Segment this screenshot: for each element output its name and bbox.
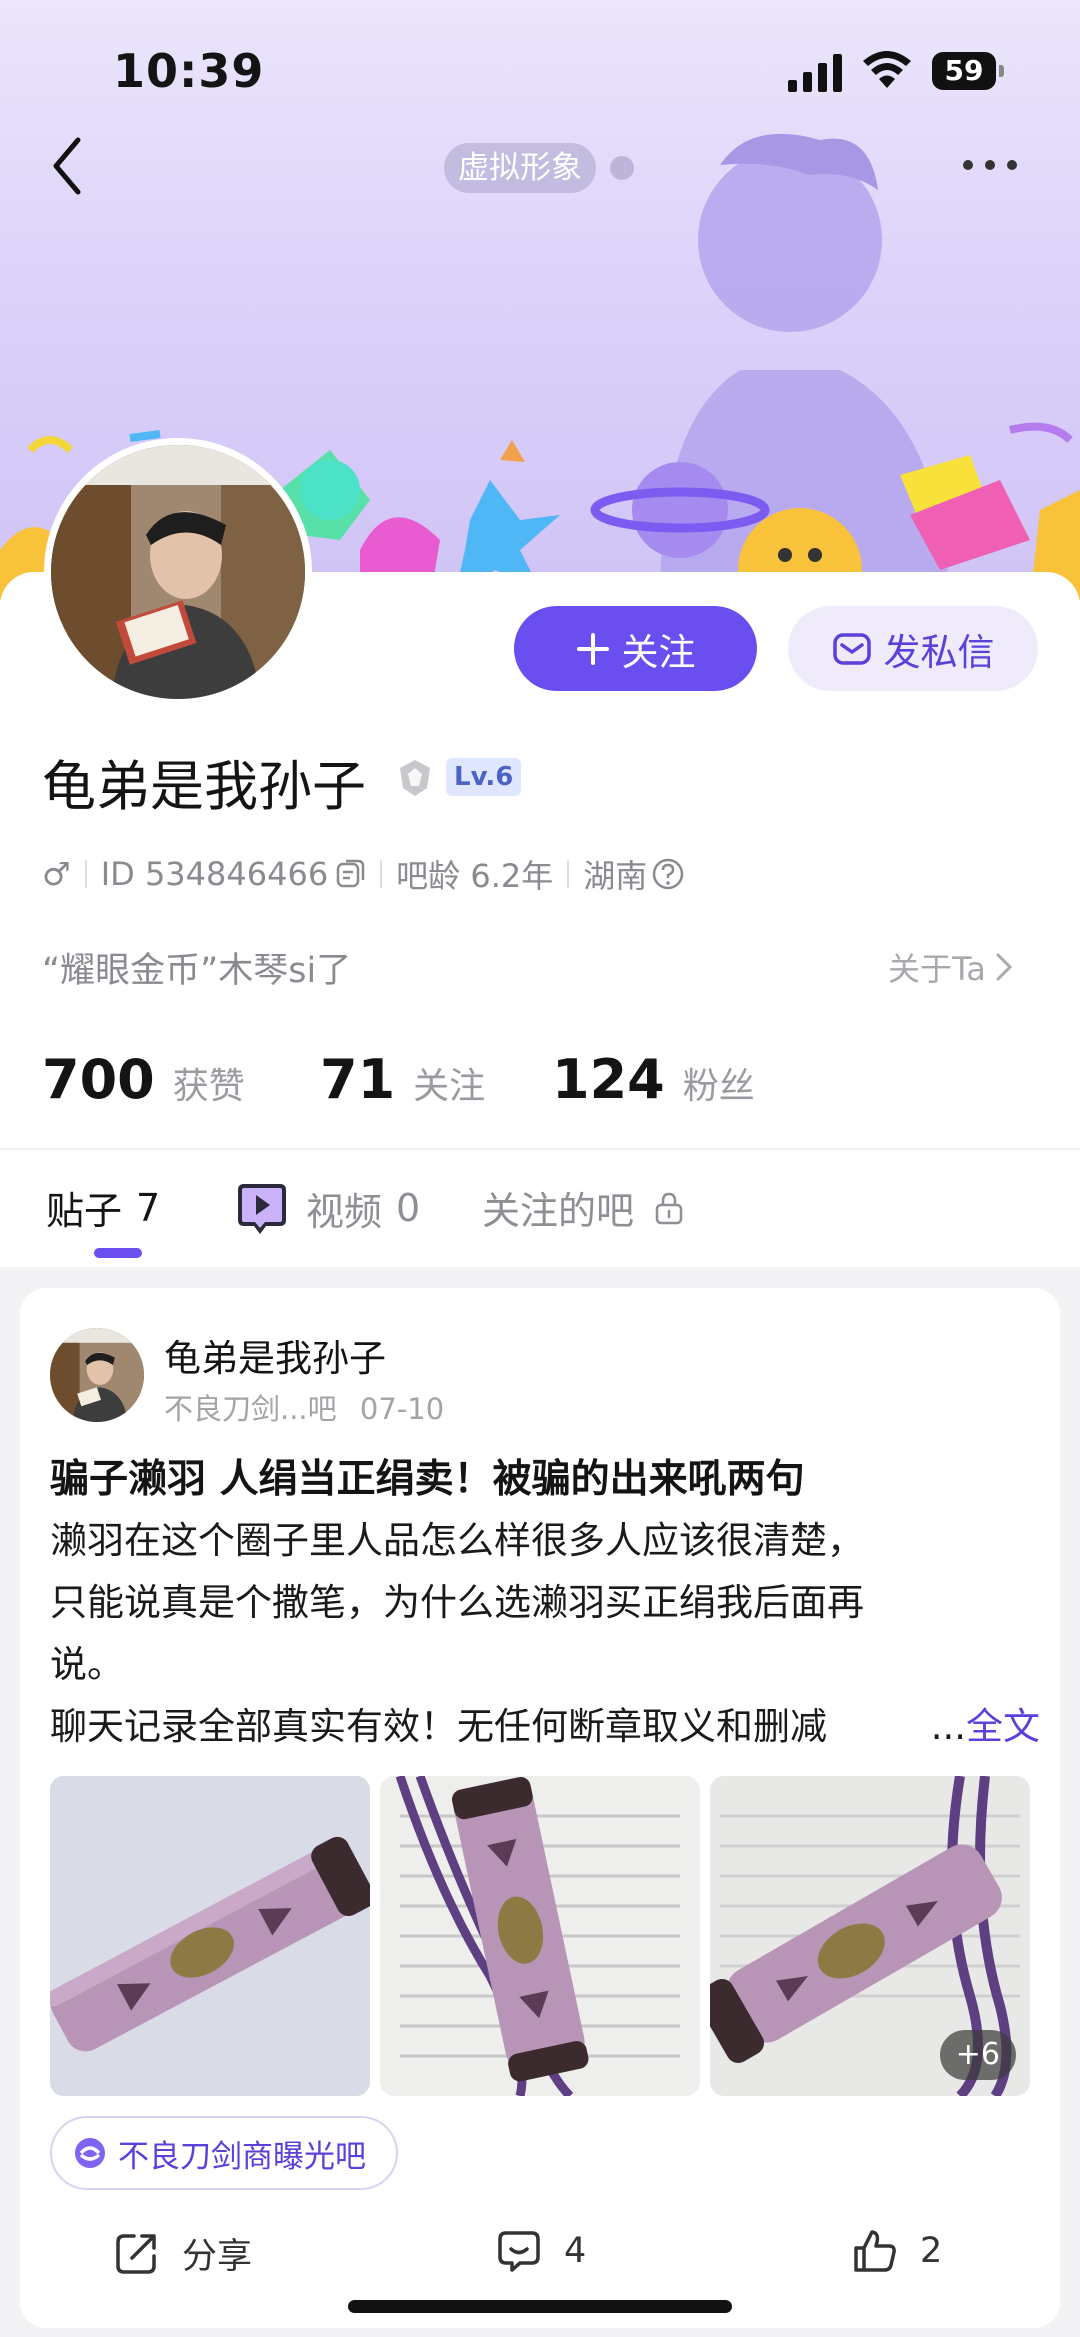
fans-label: 粉丝 (682, 1066, 755, 1107)
about-link[interactable]: 关于Ta (888, 944, 1014, 990)
post-image[interactable]: +6 (710, 1776, 1030, 2096)
profile-avatar[interactable] (44, 438, 312, 706)
share-icon (116, 2233, 156, 2274)
location: 湖南 (583, 857, 648, 895)
user-id: ID 534846466 (100, 855, 329, 893)
following-label: 关注 (413, 1066, 486, 1107)
post-forum: 不良刀剑...吧 (164, 1392, 337, 1426)
comment-button[interactable]: 4 (496, 2228, 586, 2274)
fans-count: 124 (552, 1048, 665, 1111)
post-author-avatar[interactable] (50, 1328, 144, 1422)
fans-stat[interactable]: 124 粉丝 (552, 1048, 755, 1111)
help-icon[interactable] (651, 857, 685, 891)
forum-tag[interactable]: 不良刀剑商曝光吧 (50, 2116, 398, 2190)
post-image[interactable] (50, 1776, 370, 2096)
tab-videos[interactable]: 视频 0 (236, 1180, 420, 1236)
profile-tabs: 贴子 7 视频 0 关注的吧 (0, 1160, 1080, 1267)
post-meta: 不良刀剑...吧 07-10 (164, 1386, 444, 1428)
likes-count: 700 (42, 1048, 155, 1111)
post-body: 濑羽在这个圈子里人品怎么样很多人应该很清楚， 只能说真是个撒笔，为什么选濑羽买正… (50, 1510, 1040, 1696)
tab-posts-label: 贴子 (46, 1189, 123, 1233)
virtual-avatar-button[interactable]: 虚拟形象 (444, 143, 596, 193)
home-indicator[interactable] (348, 2300, 732, 2313)
tab-followed-forums[interactable]: 关注的吧 (482, 1180, 684, 1235)
more-images-count[interactable]: +6 (939, 2030, 1016, 2080)
author-avatar-photo (50, 1328, 144, 1422)
share-button[interactable]: 分享 (112, 2228, 252, 2279)
ellipsis: ... (930, 1705, 966, 1748)
tab-videos-label: 视频 (306, 1189, 383, 1234)
share-label: 分享 (182, 2237, 253, 2277)
thumbs-up-icon (854, 2230, 896, 2272)
tab-followed-forums-label: 关注的吧 (482, 1189, 635, 1233)
post-author-name[interactable]: 龟弟是我孙子 (164, 1328, 386, 1382)
cellular-signal-icon (788, 54, 842, 92)
like-button[interactable]: 2 (852, 2228, 942, 2274)
mail-icon (832, 632, 871, 665)
avatar-photo (51, 445, 305, 699)
plus-icon (576, 632, 609, 665)
profile-signature: “耀眼金币”木琴si了 (42, 951, 352, 991)
tab-posts-count: 7 (136, 1185, 161, 1230)
post-line: 只能说真是个撒笔，为什么选濑羽买正绢我后面再 (50, 1581, 864, 1624)
post-line: 说。 (50, 1643, 124, 1686)
following-stat[interactable]: 71 关注 (320, 1048, 485, 1111)
level-badge: Lv.6 (446, 758, 522, 796)
send-message-label: 发私信 (883, 630, 995, 674)
tab-videos-count: 0 (396, 1186, 421, 1230)
back-arrow-icon[interactable] (48, 134, 88, 198)
tab-posts[interactable]: 贴子 7 (46, 1180, 160, 1235)
post-truncated-line: 聊天记录全部真实有效！无任何断章取义和删减 ...全文 (50, 1696, 1040, 1758)
shield-badge-icon (400, 760, 430, 796)
comment-icon (498, 2231, 540, 2272)
follow-button[interactable]: 关注 (514, 606, 757, 691)
status-bar: 10:39 59 (0, 0, 1080, 140)
follow-label: 关注 (621, 630, 696, 674)
post-line: 濑羽在这个圈子里人品怎么样很多人应该很清楚， (50, 1519, 864, 1562)
post-images: +6 (50, 1776, 1030, 2096)
post-actions: 分享 4 2 (20, 2228, 1060, 2298)
wifi-icon (863, 51, 911, 88)
chevron-right-icon (996, 953, 1012, 981)
forum-age: 吧龄 6.2年 (396, 857, 554, 895)
more-options-icon[interactable] (960, 150, 1020, 180)
divider (0, 1148, 1080, 1150)
gender-icon: ♂ (42, 855, 71, 893)
profile-username: 龟弟是我孙子 (42, 755, 366, 818)
following-count: 71 (320, 1048, 396, 1111)
send-message-button[interactable]: 发私信 (788, 606, 1038, 691)
active-tab-indicator (94, 1248, 142, 1258)
like-count: 2 (920, 2231, 943, 2271)
comment-count: 4 (564, 2231, 587, 2271)
copy-icon[interactable] (334, 858, 366, 890)
likes-stat[interactable]: 700 获赞 (42, 1048, 245, 1111)
video-icon (238, 1184, 286, 1234)
battery-level: 59 (932, 52, 996, 90)
post-image[interactable] (380, 1776, 700, 2096)
profile-meta: ♂ ID 534846466 吧龄 6.2年 湖南 (42, 852, 685, 896)
post-line: 聊天记录全部真实有效！无任何断章取义和删减 (50, 1705, 827, 1748)
virtual-avatar-dot (610, 156, 634, 180)
post-card[interactable]: 龟弟是我孙子 不良刀剑...吧 07-10 骗子濑羽 人绢当正绢卖！被骗的出来吼… (20, 1288, 1060, 2328)
post-title: 骗子濑羽 人绢当正绢卖！被骗的出来吼两句 (50, 1457, 805, 1502)
forum-tag-label: 不良刀剑商曝光吧 (118, 2138, 366, 2175)
likes-label: 获赞 (172, 1066, 245, 1107)
forum-icon (75, 2138, 105, 2168)
about-label: 关于Ta (888, 950, 986, 988)
post-date: 07-10 (359, 1392, 445, 1426)
profile-stats: 700 获赞 71 关注 124 粉丝 (42, 1048, 1042, 1118)
lock-icon (655, 1192, 683, 1224)
battery-icon: 59 (932, 52, 1004, 90)
status-time: 10:39 (113, 44, 265, 98)
full-text-link[interactable]: 全文 (966, 1705, 1040, 1748)
